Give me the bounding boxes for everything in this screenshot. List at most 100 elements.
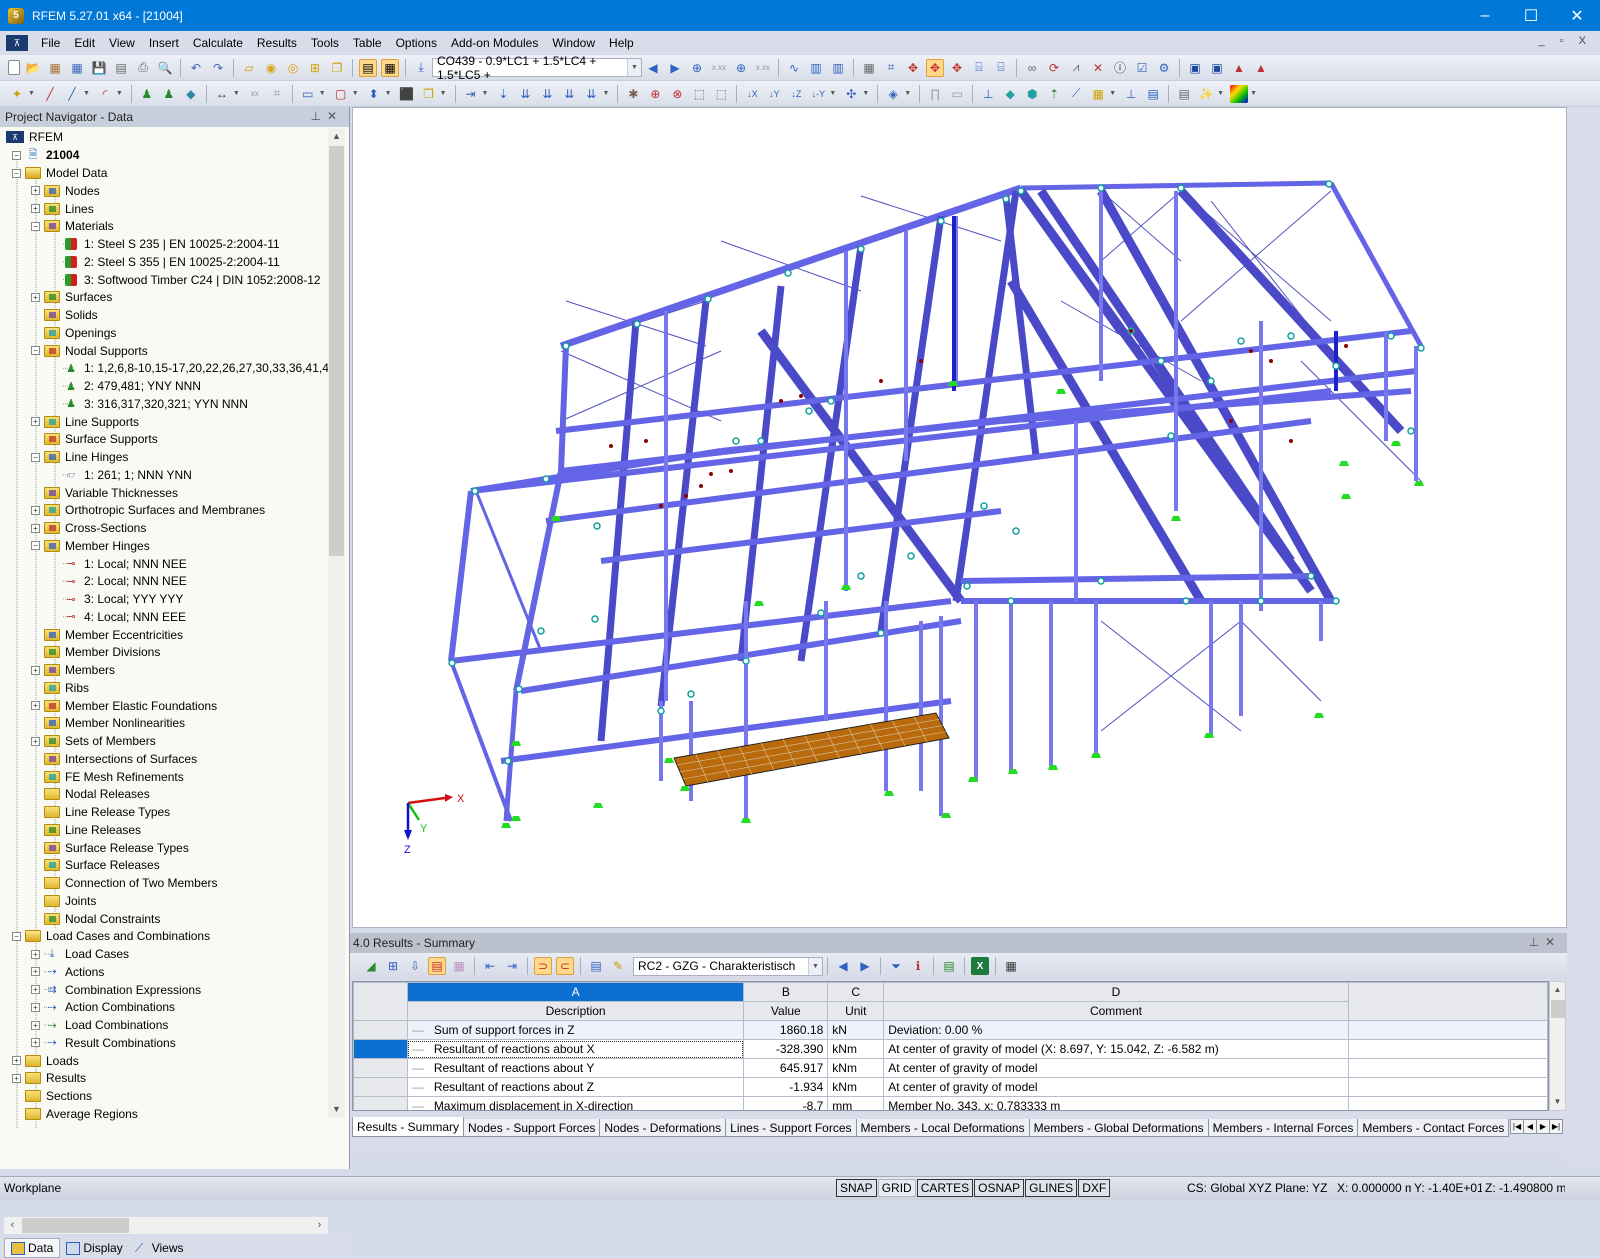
tree-item-surface-releases[interactable]: Surface Releases: [31, 856, 160, 874]
result-table-icon[interactable]: ▥: [829, 59, 847, 77]
dlubal-logo-icon[interactable]: ⊼: [6, 35, 28, 51]
expand-icon[interactable]: +: [31, 523, 40, 533]
surface-load-2-icon[interactable]: ⇊: [538, 85, 556, 103]
node[interactable]: [732, 437, 740, 445]
guideline-icon[interactable]: ⌗: [268, 85, 286, 103]
nodal-support[interactable]: [511, 816, 521, 821]
result-line-icon[interactable]: ⊥: [979, 85, 997, 103]
node[interactable]: [704, 295, 712, 303]
expand-icon[interactable]: +: [31, 949, 40, 959]
load-wizard-3-icon[interactable]: ▲: [1230, 59, 1248, 77]
ridge-beam[interactable]: [1020, 180, 1332, 191]
load-wizard-4-icon[interactable]: ▲: [1252, 59, 1270, 77]
menu-window[interactable]: Window: [545, 36, 602, 50]
menu-file[interactable]: File: [34, 36, 67, 50]
line-support-icon[interactable]: ♟: [160, 85, 178, 103]
scroll-up-icon[interactable]: ▲: [1550, 982, 1565, 998]
value-cell[interactable]: -328.390: [743, 1039, 829, 1059]
load-wizard-1-icon[interactable]: ▣: [1186, 59, 1204, 77]
view-iso-icon[interactable]: ✥: [926, 58, 944, 77]
nodal-support[interactable]: [593, 803, 603, 808]
nodal-support[interactable]: [1339, 461, 1349, 466]
result-diagrams-icon[interactable]: ▥: [807, 59, 825, 77]
node[interactable]: [742, 657, 750, 665]
menu-tools[interactable]: Tools: [304, 36, 346, 50]
node[interactable]: [1097, 184, 1105, 192]
node[interactable]: [857, 245, 865, 253]
corner-cell[interactable]: [353, 982, 408, 1021]
expand-icon[interactable]: +: [31, 985, 40, 994]
node[interactable]: [633, 320, 641, 328]
tree-item-member-hinges[interactable]: − Member Hinges: [31, 537, 150, 555]
tree-item-1-local-nnn-nee[interactable]: ⊸ 1: Local; NNN NEE: [50, 555, 186, 573]
tree-item-results[interactable]: + Results: [12, 1069, 86, 1087]
dropdown-arrow[interactable]: ▼: [233, 90, 240, 97]
node[interactable]: [805, 407, 813, 415]
select-window-icon[interactable]: ⌸: [992, 59, 1010, 77]
grid-icon[interactable]: ⌗: [882, 59, 900, 77]
zoom-window-icon[interactable]: ⊕: [646, 85, 664, 103]
maximize-button[interactable]: ☐: [1508, 0, 1554, 31]
tree-item-materials[interactable]: − Materials: [31, 217, 114, 235]
comment-cell[interactable]: At center of gravity of model: [883, 1077, 1349, 1097]
view-y-axis-icon[interactable]: ↓Y: [765, 85, 783, 103]
tab-lines-support-forces[interactable]: Lines - Support Forces: [725, 1119, 857, 1137]
table-toggle-icon[interactable]: ▦: [381, 58, 399, 77]
tree-item-surfaces[interactable]: + Surfaces: [31, 288, 112, 306]
collapse-icon[interactable]: −: [12, 168, 21, 178]
solid-result-icon[interactable]: ⬢: [1023, 85, 1041, 103]
mirror-icon[interactable]: ⩘: [1067, 59, 1085, 77]
column-d-header[interactable]: D: [883, 982, 1349, 1002]
close-navigator-icon[interactable]: ✕: [327, 109, 343, 123]
next-tab-icon[interactable]: ▶: [1536, 1119, 1550, 1134]
dropdown-arrow[interactable]: ▼: [352, 90, 359, 97]
node[interactable]: [448, 659, 456, 667]
menu-insert[interactable]: Insert: [142, 36, 186, 50]
tree-item-actions[interactable]: + ⇢ Actions: [31, 963, 104, 981]
select-node-icon[interactable]: ◉: [262, 59, 280, 77]
node[interactable]: [1325, 180, 1333, 188]
lasso-icon[interactable]: ∞: [1023, 59, 1041, 77]
target-icon[interactable]: ◎: [284, 59, 302, 77]
animation-icon[interactable]: ∿: [785, 59, 803, 77]
comment-cell[interactable]: At center of gravity of model: [883, 1058, 1349, 1078]
node[interactable]: [504, 757, 512, 765]
node[interactable]: [1332, 362, 1340, 370]
scroll-thumb[interactable]: [329, 146, 344, 556]
brace-member[interactable]: [474, 490, 543, 652]
tree-item-result-combinations[interactable]: + ⇢ Result Combinations: [31, 1034, 176, 1052]
tree-root-rfem[interactable]: ⊼ RFEM: [6, 128, 63, 146]
surface-load-icon[interactable]: ⬍: [365, 85, 383, 103]
tab-display[interactable]: Display: [60, 1238, 128, 1258]
expand-icon[interactable]: +: [31, 665, 40, 675]
unit-cell[interactable]: mm: [827, 1096, 885, 1110]
node[interactable]: [1287, 332, 1295, 340]
tree-item-intersections-of-surfaces[interactable]: Intersections of Surfaces: [31, 750, 197, 768]
column-a-header[interactable]: A: [406, 982, 745, 1002]
import-icon[interactable]: ⇤: [481, 957, 499, 975]
values-icon[interactable]: x.xx: [710, 59, 728, 77]
dropdown-arrow[interactable]: ▼: [1109, 90, 1116, 97]
node[interactable]: [1387, 332, 1395, 340]
node[interactable]: [937, 217, 945, 225]
edit-surface-icon[interactable]: ▱: [240, 59, 258, 77]
tree-item-load-cases-and-combinations[interactable]: − Load Cases and Combinations: [12, 927, 210, 945]
description-cell[interactable]: — Maximum displacement in X-direction: [406, 1096, 745, 1110]
tree-item-cross-sections[interactable]: + Cross-Sections: [31, 519, 146, 537]
lines-icon[interactable]: ∏: [926, 85, 944, 103]
unit-cell[interactable]: kNm: [827, 1039, 885, 1059]
rafter[interactable]: [1037, 188, 1295, 564]
dropdown-arrow[interactable]: ▼: [482, 90, 489, 97]
collapse-icon[interactable]: −: [31, 346, 40, 355]
tree-item-nodal-constraints[interactable]: Nodal Constraints: [31, 910, 160, 928]
nodal-support[interactable]: [501, 823, 511, 828]
comment-cell[interactable]: Member No. 343, x: 0.783333 m: [883, 1096, 1349, 1110]
tree-item-surface-supports[interactable]: Surface Supports: [31, 430, 158, 448]
frame-member[interactable]: [952, 190, 1020, 602]
result-table-2-icon[interactable]: ▤: [1144, 85, 1162, 103]
expand-icon[interactable]: +: [31, 186, 40, 196]
toggle-dxf[interactable]: DXF: [1078, 1179, 1111, 1197]
next-icon[interactable]: ▶: [856, 957, 874, 975]
tree-item-action-combinations[interactable]: + ⇢ Action Combinations: [31, 998, 175, 1016]
surface-support-icon[interactable]: ◆: [182, 85, 200, 103]
